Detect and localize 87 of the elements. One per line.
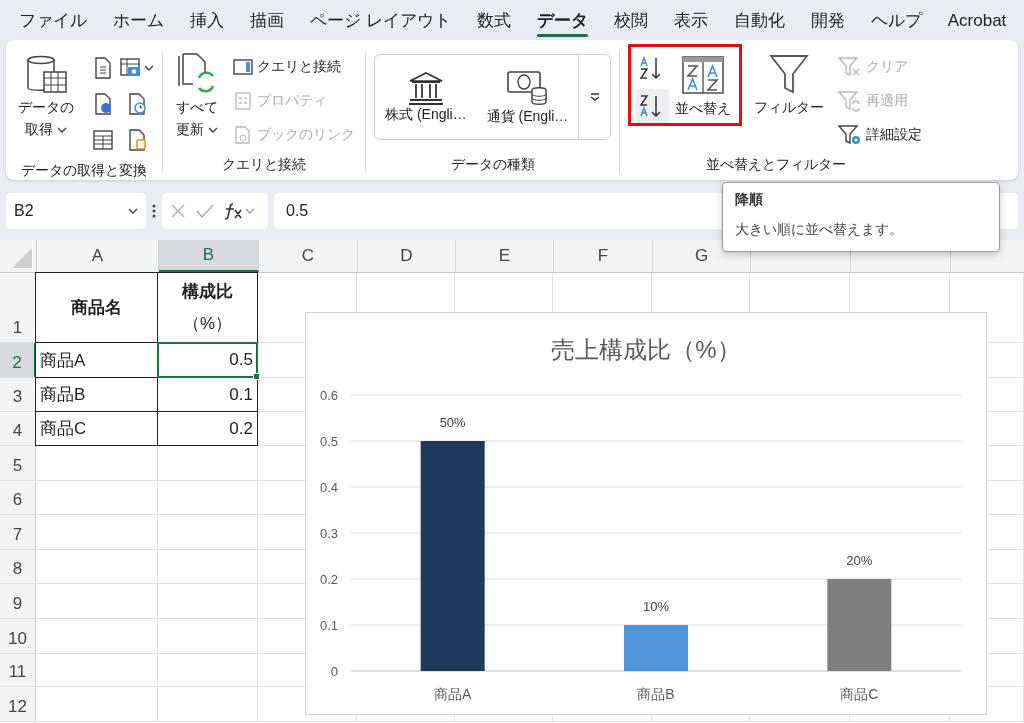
menu-tab[interactable]: 開発 — [797, 3, 858, 37]
column-header[interactable]: B — [159, 240, 259, 272]
menu-tab[interactable]: Acrobat — [934, 4, 1020, 36]
more-options-icon[interactable] — [152, 203, 156, 219]
table-camera-icon — [120, 58, 142, 78]
column-header[interactable]: E — [456, 240, 554, 272]
menu-tab[interactable]: ヘルプ — [857, 3, 935, 37]
document-clock-icon — [127, 93, 147, 115]
axis-label: 0.2 — [319, 572, 338, 587]
more-icon — [589, 93, 600, 101]
menu-tab[interactable]: ページ レイアウト — [297, 3, 464, 37]
close-icon — [170, 203, 186, 219]
tooltip-title: 降順 — [735, 191, 764, 209]
row-header[interactable]: 9 — [0, 584, 36, 618]
ribbon-button[interactable]: 詳細設定 — [836, 118, 925, 152]
row-header[interactable]: 4 — [0, 412, 36, 445]
axis-label: 0.1 — [319, 618, 338, 633]
ribbon-button[interactable]: データの 取得 — [14, 50, 78, 142]
document-database-icon — [127, 129, 147, 151]
list-icon — [233, 92, 253, 110]
ribbon-button[interactable]: フィルター — [750, 50, 829, 120]
caret-icon — [144, 65, 154, 71]
table-icon — [93, 130, 113, 150]
funnel-gear-icon — [838, 124, 863, 146]
row-header[interactable]: 8 — [0, 550, 36, 583]
sort-icon — [681, 53, 726, 97]
table-cell[interactable]: 構成比 （%） — [157, 272, 258, 343]
row-header[interactable]: 1 — [0, 273, 36, 342]
group-label: 並べ替えとフィルター — [705, 155, 848, 174]
column-header[interactable]: D — [358, 240, 456, 272]
check-icon — [196, 203, 214, 219]
document-icon — [93, 57, 113, 79]
menu-tab[interactable]: データ — [523, 3, 601, 37]
bar — [624, 625, 688, 671]
menu-tab[interactable]: 自動化 — [720, 3, 798, 37]
ribbon-button[interactable]: 並べ替え — [671, 51, 736, 123]
axis-label: 商品B — [637, 686, 675, 702]
funnel-refresh-icon — [838, 90, 863, 112]
row-header[interactable]: 6 — [0, 481, 36, 514]
menu-tab[interactable]: ホーム — [100, 3, 177, 37]
axis-label: 0.6 — [319, 388, 338, 403]
gallery-item[interactable]: 通貨 (Engli… — [476, 68, 579, 126]
insert-function-button[interactable] — [224, 202, 256, 220]
sort-descending-button[interactable] — [635, 89, 670, 123]
table-cell[interactable]: 商品名 — [35, 272, 158, 343]
gallery-item[interactable]: 株式 (Engli… — [375, 70, 477, 124]
axis-label: 0.4 — [319, 480, 338, 495]
money-icon — [505, 68, 550, 108]
row-header[interactable]: 7 — [0, 515, 36, 549]
menu-tab[interactable]: 校閲 — [600, 3, 661, 37]
column-header[interactable]: C — [259, 240, 358, 272]
row-header[interactable]: 2 — [0, 343, 36, 377]
row-header[interactable]: 5 — [0, 446, 36, 480]
menu-tab[interactable]: 数式 — [463, 3, 524, 37]
menu-tab[interactable]: 描画 — [237, 3, 297, 37]
data-label: 20% — [846, 553, 873, 568]
axis-label: 商品C — [840, 686, 879, 702]
ribbon-button[interactable]: すべて 更新 — [171, 50, 223, 142]
table-cell[interactable]: 商品C — [35, 411, 158, 446]
table-cell[interactable]: 0.5 — [157, 342, 258, 378]
data-label: 10% — [643, 599, 669, 614]
row-header[interactable]: 10 — [0, 619, 36, 653]
name-box[interactable]: B2 — [6, 193, 146, 229]
row-header[interactable]: 11 — [0, 654, 36, 686]
menu-tab[interactable]: ファイル — [6, 3, 100, 37]
document-globe-icon — [93, 93, 113, 115]
panel-icon — [233, 58, 253, 76]
axis-label: 0 — [330, 664, 338, 679]
document-link-icon — [233, 126, 253, 144]
ribbon-button[interactable]: クエリと接続 — [231, 50, 357, 84]
menu-tab[interactable]: 表示 — [660, 3, 721, 37]
menu-tab[interactable]: 挿入 — [177, 3, 237, 37]
funnel-icon — [769, 52, 810, 96]
axis-label: 0.3 — [319, 526, 338, 541]
caret-icon — [128, 208, 138, 214]
axis-label: 0.5 — [319, 434, 338, 449]
function-icon — [224, 202, 256, 220]
group-label: データの種類 — [449, 155, 536, 174]
axis-label: 商品A — [434, 686, 472, 702]
group-label: クエリと接続 — [221, 155, 307, 174]
column-header[interactable]: F — [554, 240, 653, 272]
table-cell[interactable]: 0.2 — [157, 411, 258, 446]
chart-title: 売上構成比（%） — [551, 336, 741, 363]
group-label: データの取得と変換 — [20, 161, 148, 180]
data-label: 50% — [439, 415, 466, 430]
row-header[interactable]: 12 — [0, 687, 36, 721]
row-header[interactable]: 3 — [0, 378, 36, 411]
